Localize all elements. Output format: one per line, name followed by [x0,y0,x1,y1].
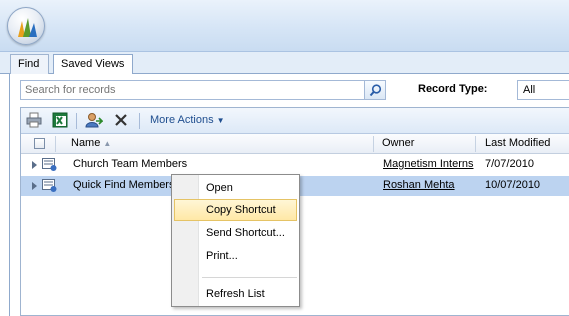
context-menu: Open Copy Shortcut Send Shortcut... Prin… [171,174,300,307]
search-box [20,80,386,100]
row-name: Church Team Members [73,158,188,170]
menu-item-print[interactable]: Print... [174,245,297,267]
expand-arrow-icon[interactable] [32,161,37,169]
menu-item-copy-shortcut[interactable]: Copy Shortcut [174,199,297,221]
magnifier-icon [369,84,382,97]
toolbar-divider [76,113,77,129]
expand-arrow-icon[interactable] [32,182,37,190]
select-all-checkbox[interactable] [34,138,45,149]
saved-view-icon [42,158,57,171]
row-owner-link[interactable]: Magnetism Interns [383,155,473,175]
menu-separator [202,277,297,278]
menu-item-refresh-list[interactable]: Refresh List [174,283,297,305]
row-name: Quick Find Members [73,179,175,191]
record-type-select[interactable]: All [517,80,569,100]
chevron-down-icon: ▼ [216,116,225,125]
assign-user-icon[interactable] [85,112,104,130]
column-header-row: Name ▲ Owner Last Modified [21,134,569,154]
column-header-name[interactable]: Name ▲ [71,134,111,154]
row-owner-link[interactable]: Roshan Mehta [383,176,455,196]
column-header-last-modified[interactable]: Last Modified [475,134,550,154]
column-divider [55,136,56,152]
tab-strip: Find Saved Views [0,52,569,76]
record-type-label: Record Type: [418,83,488,95]
row-last-modified: 10/07/2010 [485,179,541,191]
row-last-modified: 7/07/2010 [485,158,534,170]
excel-export-icon[interactable] [52,112,70,130]
menu-item-open[interactable]: Open [174,177,297,199]
column-header-owner[interactable]: Owner [373,134,475,154]
search-input[interactable] [21,81,361,99]
menu-item-send-shortcut[interactable]: Send Shortcut... [174,222,297,244]
print-icon[interactable] [26,112,44,130]
saved-view-icon [42,179,57,192]
app-header [0,0,569,52]
tab-saved-views[interactable]: Saved Views [53,54,133,76]
grid-toolbar: More Actions ▼ [21,108,569,134]
more-actions-menu[interactable]: More Actions ▼ [150,114,225,126]
tab-find[interactable]: Find [10,54,49,75]
table-row[interactable]: Church Team Members Magnetism Interns 7/… [21,155,569,175]
toolbar-divider [139,113,140,129]
delete-icon[interactable] [113,112,131,130]
more-actions-label: More Actions [150,114,214,126]
app-orb-button[interactable] [7,7,45,45]
sort-ascending-icon: ▲ [103,139,112,148]
dynamics-logo-icon [18,18,37,37]
search-button[interactable] [364,80,386,100]
